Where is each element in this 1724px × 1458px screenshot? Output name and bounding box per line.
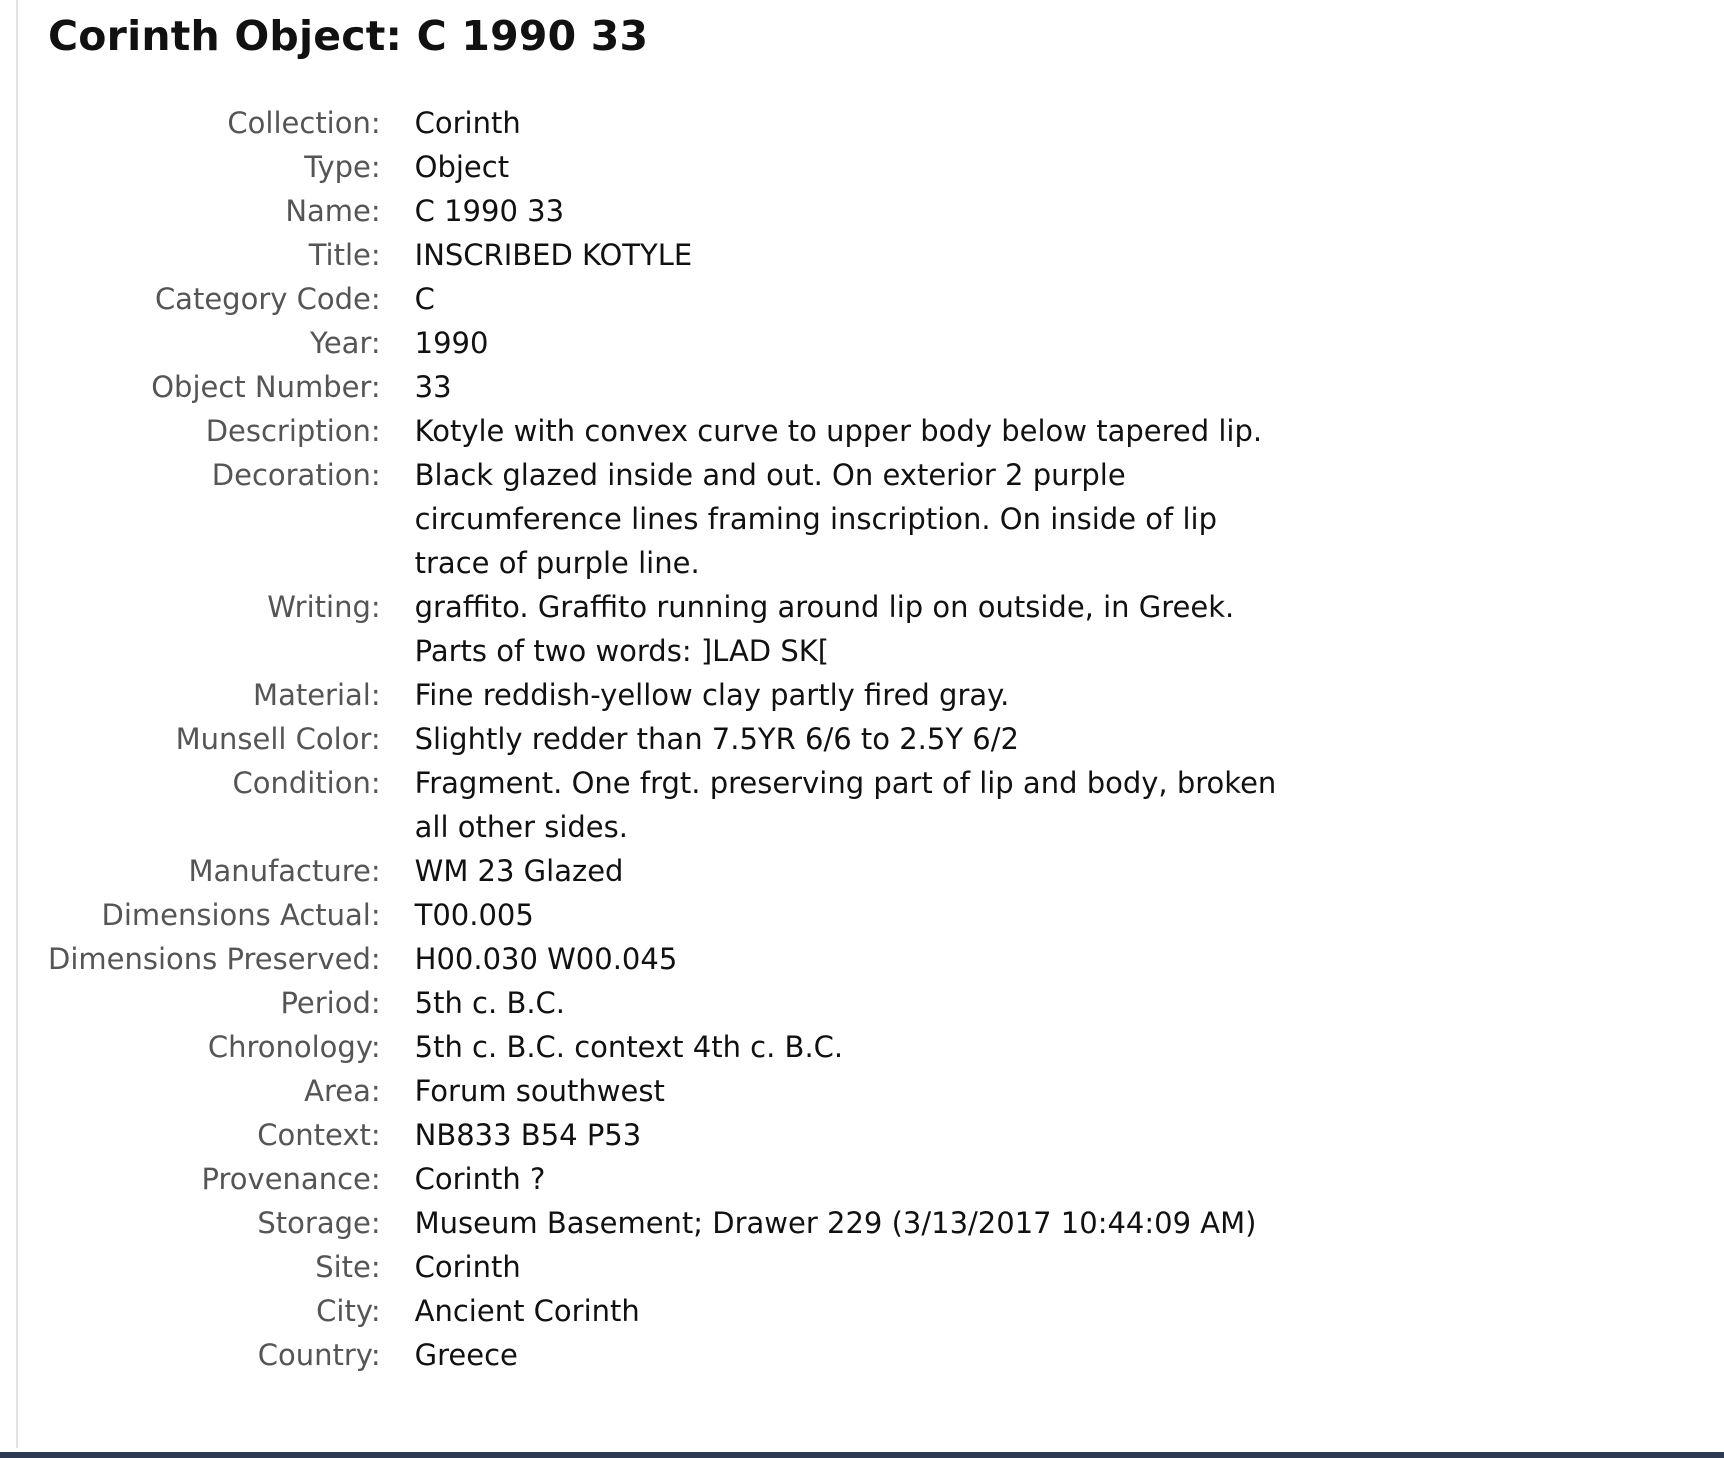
field-value-condition: Fragment. One frgt. preserving part of l… [414,766,1277,844]
field-row-site: Site: Corinth [48,1245,1283,1289]
field-row-city: City: Ancient Corinth [48,1289,1283,1333]
field-row-year: Year: 1990 [48,321,1283,365]
field-row-munsell-color: Munsell Color: Slightly redder than 7.5Y… [48,717,1283,761]
field-row-period: Period: 5th c. B.C. [48,981,1283,1025]
field-row-title: Title: INSCRIBED KOTYLE [48,233,1283,277]
field-value-type: Object [414,150,510,184]
field-value-writing: graffito. Graffito running around lip on… [414,590,1235,668]
field-label-description: Description: [205,414,381,448]
field-value-city: Ancient Corinth [414,1294,640,1328]
field-row-decoration: Decoration: Black glazed inside and out.… [48,453,1283,585]
field-value-chronology: 5th c. B.C. context 4th c. B.C. [414,1030,844,1064]
field-label-site: Site: [315,1250,381,1284]
field-label-type: Type: [304,150,381,184]
field-label-dimensions-actual: Dimensions Actual: [101,898,381,932]
field-label-period: Period: [280,986,381,1020]
field-row-category-code: Category Code: C [48,277,1283,321]
field-row-dimensions-preserved: Dimensions Preserved: H00.030 W00.045 [48,937,1283,981]
field-label-storage: Storage: [257,1206,381,1240]
field-value-context: NB833 B54 P53 [414,1118,642,1152]
object-record-page: Corinth Object: C 1990 33 Collection: Co… [48,0,1548,1377]
field-label-writing: Writing: [267,590,381,624]
field-value-munsell-color: Slightly redder than 7.5YR 6/6 to 2.5Y 6… [414,722,1019,756]
field-value-description: Kotyle with convex curve to upper body b… [414,414,1263,448]
field-label-decoration: Decoration: [211,458,381,492]
field-label-area: Area: [304,1074,381,1108]
field-row-area: Area: Forum southwest [48,1069,1283,1113]
field-value-period: 5th c. B.C. [414,986,566,1020]
field-value-storage: Museum Basement; Drawer 229 (3/13/2017 1… [414,1206,1257,1240]
field-value-year: 1990 [414,326,489,360]
field-row-storage: Storage: Museum Basement; Drawer 229 (3/… [48,1201,1283,1245]
field-row-object-number: Object Number: 33 [48,365,1283,409]
field-row-manufacture: Manufacture: WM 23 Glazed [48,849,1283,893]
field-row-country: Country: Greece [48,1333,1283,1377]
field-label-category-code: Category Code: [154,282,381,316]
field-label-dimensions-preserved: Dimensions Preserved: [48,942,381,976]
field-label-collection: Collection: [227,106,381,140]
field-value-name: C 1990 33 [414,194,565,228]
field-row-writing: Writing: graffito. Graffito running arou… [48,585,1283,673]
field-row-dimensions-actual: Dimensions Actual: T00.005 [48,893,1283,937]
field-value-site: Corinth [414,1250,521,1284]
field-label-chronology: Chronology: [207,1030,381,1064]
field-row-name: Name: C 1990 33 [48,189,1283,233]
field-value-object-number: 33 [414,370,452,404]
field-label-country: Country: [257,1338,381,1372]
field-label-year: Year: [309,326,381,360]
field-row-chronology: Chronology: 5th c. B.C. context 4th c. B… [48,1025,1283,1069]
field-value-area: Forum southwest [414,1074,665,1108]
field-row-collection: Collection: Corinth [48,101,1283,145]
field-label-manufacture: Manufacture: [188,854,381,888]
field-value-material: Fine reddish-yellow clay partly fired gr… [414,678,1010,712]
bottom-window-edge [0,1452,1724,1458]
left-border-line [16,0,18,1448]
field-value-provenance: Corinth ? [414,1162,546,1196]
field-row-provenance: Provenance: Corinth ? [48,1157,1283,1201]
field-label-condition: Condition: [232,766,381,800]
field-label-context: Context: [257,1118,381,1152]
field-value-decoration: Black glazed inside and out. On exterior… [414,458,1217,580]
field-value-dimensions-actual: T00.005 [414,898,534,932]
field-label-provenance: Provenance: [201,1162,381,1196]
field-value-country: Greece [414,1338,518,1372]
field-label-city: City: [316,1294,381,1328]
field-row-context: Context: NB833 B54 P53 [48,1113,1283,1157]
object-details-table: Collection: Corinth Type: Object Name: C… [48,101,1283,1377]
field-value-manufacture: WM 23 Glazed [414,854,624,888]
field-row-description: Description: Kotyle with convex curve to… [48,409,1283,453]
field-value-title: INSCRIBED KOTYLE [414,238,693,272]
field-row-condition: Condition: Fragment. One frgt. preservin… [48,761,1283,849]
field-row-material: Material: Fine reddish-yellow clay partl… [48,673,1283,717]
field-label-material: Material: [253,678,381,712]
field-value-collection: Corinth [414,106,521,140]
field-value-category-code: C [414,282,435,316]
field-label-title: Title: [308,238,381,272]
field-row-type: Type: Object [48,145,1283,189]
field-label-munsell-color: Munsell Color: [175,722,381,756]
page-title: Corinth Object: C 1990 33 [48,12,649,60]
field-label-name: Name: [285,194,381,228]
field-label-object-number: Object Number: [151,370,381,404]
field-value-dimensions-preserved: H00.030 W00.045 [414,942,678,976]
